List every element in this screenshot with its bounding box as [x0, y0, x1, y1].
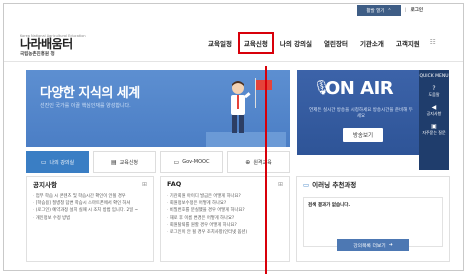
- quicklink-label: 나의 강의실: [49, 159, 75, 166]
- globe-icon: ⊕: [245, 158, 251, 166]
- list-item[interactable]: 개인정보 수정 방법: [33, 215, 147, 222]
- logo-title: 나라배움터: [20, 37, 73, 51]
- on-air-title: ON AIR: [325, 78, 394, 99]
- notice-list: 업무 학습 시 콘텐츠 및 학습시간 확인이 안될 경우 [학습용] 질병청 답…: [27, 191, 153, 224]
- quick-menu: QUICK MENU ? 도움말 ◀ 공지사항 ▣ 자주묻는 질문: [419, 70, 449, 170]
- grid-menu-icon[interactable]: ☷: [426, 32, 440, 54]
- monitor-icon: ▭: [40, 158, 47, 166]
- site-header: Korea National Agricultural Education 나라…: [4, 18, 463, 62]
- flag-icon: [256, 80, 272, 90]
- quick-faq-label: 자주묻는 질문: [422, 130, 446, 135]
- notice-panel: 공지사항 ⊞ 업무 학습 시 콘텐츠 및 학습시간 확인이 안될 경우 [학습용…: [26, 176, 154, 262]
- main-navigation: 교육일정 교육신청 나의 강의실 열린장터 기관소개 고객지원 ☷: [202, 32, 440, 54]
- annotation-red-line: [265, 66, 267, 274]
- more-plus-icon[interactable]: ⊞: [278, 181, 283, 188]
- faq-title: FAQ: [167, 180, 182, 188]
- recommend-empty-message: 검색 결과가 없습니다.: [308, 203, 351, 208]
- quicklink-label: Gov-MOOC: [182, 159, 210, 165]
- site-menu-toggle[interactable]: 활발 열기 ⌃: [357, 5, 401, 16]
- quick-links-bar: ▭ 나의 강의실 ▤ 교육신청 ▭ Gov-MOOC ⊕ 원격교육: [26, 151, 290, 173]
- nav-item-schedule[interactable]: 교육일정: [202, 32, 238, 54]
- arrow-right-icon: ➜: [388, 242, 393, 248]
- quick-notice[interactable]: ◀ 공지사항: [427, 104, 442, 117]
- quick-menu-title: QUICK MENU: [419, 74, 449, 79]
- recommend-title: 이러닝 추천과정: [312, 181, 357, 189]
- recommend-panel: ▭ 이러닝 추천과정 검색 결과가 없습니다. 강의목록 더보기 ➜: [296, 176, 450, 262]
- quick-help-label: 도움말: [428, 92, 440, 97]
- quicklink-my-classroom[interactable]: ▭ 나의 강의실: [26, 151, 89, 173]
- faq-list: 기관회원 아이디 발급은 어떻게 하나요? 회원정보수정은 어떻게 하나요? 비…: [161, 191, 289, 238]
- help-icon: ?: [432, 85, 436, 92]
- top-utility-bar: HOME | 사이트맵 | 로그인 활발 열기 ⌃: [4, 4, 463, 18]
- on-air-banner[interactable]: 🎙 ON AIR 언제든 실시간 방송을 시청하세요 방송시간을 준비해 두세요…: [297, 70, 424, 155]
- faq-icon: ▣: [431, 123, 437, 130]
- faq-panel: FAQ ⊞ 기관회원 아이디 발급은 어떻게 하나요? 회원정보수정은 어떻게 …: [160, 176, 290, 262]
- businessman-illustration: [231, 81, 251, 133]
- logo-org: 국립농촌진흥원 청: [20, 52, 55, 57]
- quicklink-remote-edu[interactable]: ⊕ 원격교육: [227, 151, 290, 173]
- nav-item-about[interactable]: 기관소개: [354, 32, 390, 54]
- book-icon: ▤: [110, 158, 117, 166]
- content-panels: 공지사항 ⊞ 업무 학습 시 콘텐츠 및 학습시간 확인이 안될 경우 [학습용…: [26, 176, 450, 262]
- site-menu-label: 활발 열기: [366, 8, 385, 14]
- chevron-up-icon: ⌃: [387, 7, 392, 14]
- quicklink-gov-mooc[interactable]: ▭ Gov-MOOC: [160, 151, 223, 173]
- list-item[interactable]: 업무 학습 시 콘텐츠 및 학습시간 확인이 안될 경우: [33, 193, 147, 200]
- list-item[interactable]: (로그인) 예약과정 설치 실패 시 조치 방법 입니다. 2일 ~: [33, 207, 147, 214]
- login-link[interactable]: 로그인: [411, 7, 423, 13]
- list-item[interactable]: [학습용] 질병청 답변 학습시 스마트폰에서 확인 하셔: [33, 200, 147, 207]
- quick-faq[interactable]: ▣ 자주묻는 질문: [422, 123, 445, 136]
- nav-item-open-market[interactable]: 열린장터: [318, 32, 354, 54]
- main-visual-banner[interactable]: 다양한 지식의 세계 선진인 국가를 이끌 핵심인재를 양성합니다.: [26, 70, 290, 147]
- nav-item-my-classroom[interactable]: 나의 강의실: [274, 32, 318, 54]
- nav-item-support[interactable]: 고객지원: [390, 32, 426, 54]
- megaphone-icon: ◀: [431, 104, 437, 111]
- quicklink-label: 원격교육: [253, 159, 272, 166]
- notice-title: 공지사항: [33, 181, 57, 189]
- quick-help[interactable]: ? 도움말: [428, 85, 439, 98]
- more-courses-button[interactable]: 강의목록 더보기 ➜: [337, 239, 409, 251]
- quicklink-label: 교육신청: [119, 159, 139, 166]
- screen-icon: ▭: [173, 158, 180, 166]
- watch-broadcast-button[interactable]: 방송보기: [343, 128, 383, 142]
- browser-frame: HOME | 사이트맵 | 로그인 활발 열기 ⌃ Korea National…: [3, 3, 464, 271]
- monitor-icon: ▭: [303, 181, 310, 189]
- quick-notice-label: 공지사항: [426, 111, 442, 116]
- on-air-description: 언제든 실시간 방송을 시청하세요 방송시간을 준비해 두세요: [309, 108, 413, 119]
- nav-item-apply[interactable]: 교육신청: [237, 32, 274, 54]
- banner-title: 다양한 지식의 세계: [40, 86, 140, 101]
- quicklink-apply[interactable]: ▤ 교육신청: [93, 151, 156, 173]
- more-courses-label: 강의목록 더보기: [353, 243, 386, 249]
- site-logo[interactable]: Korea National Agricultural Education 나라…: [20, 34, 86, 57]
- banner-subtitle: 선진인 국가를 이끌 핵심인재를 양성합니다.: [40, 103, 131, 109]
- more-plus-icon[interactable]: ⊞: [142, 181, 147, 188]
